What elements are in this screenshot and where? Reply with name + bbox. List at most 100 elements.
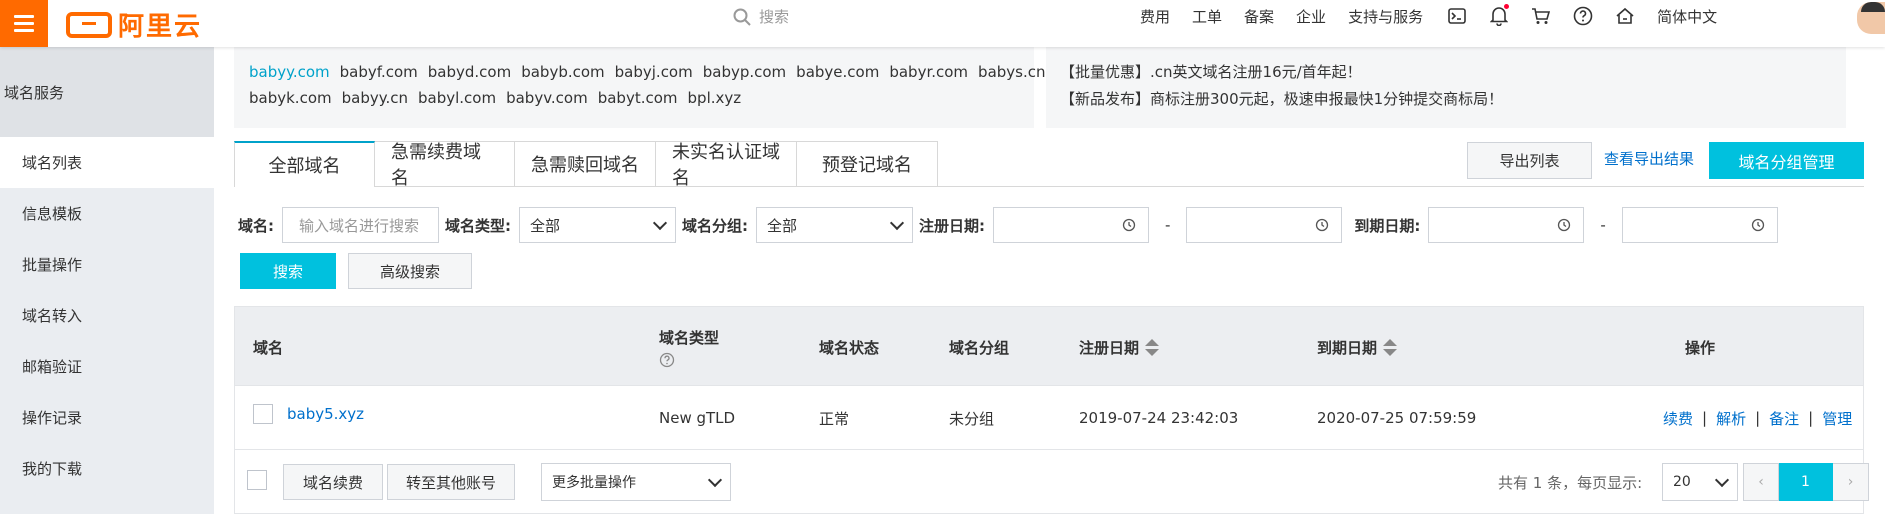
help-icon[interactable]	[1571, 4, 1595, 28]
clock-icon	[1316, 218, 1329, 232]
page-1-button[interactable]: 1	[1779, 463, 1833, 501]
prev-page-button[interactable]: ‹	[1743, 463, 1779, 501]
search-button[interactable]: 搜索	[240, 253, 336, 289]
suggestion-link[interactable]: babyr.com	[889, 63, 968, 81]
separator: |	[1808, 409, 1814, 427]
row-checkbox[interactable]	[253, 404, 273, 424]
group-select[interactable]: 全部	[756, 207, 913, 243]
domain-suggestions: babyy.com babyf.com babyd.com babyb.com baby…	[234, 47, 1046, 128]
pagination-summary: 共有 1 条，每页显示:	[1498, 474, 1643, 492]
export-list-button[interactable]: 导出列表	[1467, 142, 1592, 179]
reg-date-start-input[interactable]	[993, 207, 1149, 243]
aliyun-logo[interactable]: 阿里云	[66, 6, 202, 43]
remark-link[interactable]: 备注	[1769, 408, 1799, 429]
group-manage-button[interactable]: 域名分组管理	[1709, 142, 1864, 179]
menu-icon[interactable]	[0, 0, 48, 47]
help-icon[interactable]	[659, 352, 675, 368]
advanced-search-button[interactable]: 高级搜索	[348, 253, 472, 289]
notification-dot	[1504, 4, 1510, 9]
chevron-down-icon	[652, 215, 668, 230]
sidebar-item-batch[interactable]: 批量操作	[0, 239, 214, 290]
col-exp-date[interactable]: 到期日期	[1317, 307, 1398, 387]
suggestion-link[interactable]: babyj.com	[615, 63, 693, 81]
col-group: 域名分组	[949, 338, 1010, 357]
domain-search-input[interactable]: 输入域名进行搜索	[282, 207, 439, 243]
sort-icon[interactable]	[1145, 338, 1160, 356]
view-export-results-link[interactable]: 查看导出结果	[1604, 148, 1694, 169]
suggestions-row-2: babyk.com babyy.cn babyl.com babyv.com babyt…	[249, 85, 1019, 111]
nav-icp[interactable]: 备案	[1244, 6, 1274, 27]
nav-fees[interactable]: 费用	[1140, 6, 1170, 27]
nav-enterprise[interactable]: 企业	[1296, 6, 1326, 27]
suggestion-link[interactable]: babyb.com	[521, 63, 604, 81]
next-page-button[interactable]: ›	[1833, 463, 1869, 501]
sidebar-item-op-log[interactable]: 操作记录	[0, 392, 214, 443]
suggestion-link[interactable]: bpl.xyz	[688, 89, 742, 107]
terminal-icon[interactable]	[1445, 4, 1469, 28]
col-status: 域名状态	[819, 338, 880, 357]
sidebar-item-downloads[interactable]: 我的下载	[0, 443, 214, 494]
nav-support[interactable]: 支持与服务	[1348, 6, 1423, 27]
nav-tickets[interactable]: 工单	[1192, 6, 1222, 27]
language-switch[interactable]: 简体中文	[1657, 6, 1717, 27]
top-search[interactable]: 搜索	[733, 6, 789, 27]
promo-item[interactable]: 【新品发布】商标注册300元起，极速申报最快1分钟提交商标局！	[1060, 86, 1832, 113]
avatar[interactable]	[1857, 2, 1885, 34]
tab-unverified[interactable]: 未实名认证域名	[656, 141, 797, 189]
cart-icon[interactable]	[1529, 4, 1553, 28]
home-icon[interactable]	[1613, 4, 1637, 28]
more-batch-ops-select[interactable]: 更多批量操作	[541, 463, 731, 501]
col-reg-date[interactable]: 注册日期	[1079, 307, 1160, 387]
suggestion-link[interactable]: babyf.com	[340, 63, 418, 81]
exp-date-start-input[interactable]	[1428, 207, 1585, 243]
domain-search-placeholder: 输入域名进行搜索	[299, 216, 420, 235]
exp-date-label: 到期日期:	[1354, 216, 1421, 235]
group-select-value: 全部	[767, 216, 798, 235]
cell-exp-date: 2020-07-25 07:59:59	[1317, 409, 1477, 427]
dns-link[interactable]: 解析	[1716, 408, 1746, 429]
date-dash: -	[1165, 216, 1171, 234]
cell-group: 未分组	[949, 409, 995, 428]
sidebar-item-domain-list[interactable]: 域名列表	[0, 137, 214, 188]
suggestion-link[interactable]: babye.com	[796, 63, 879, 81]
suggestion-link[interactable]: babyt.com	[598, 89, 678, 107]
suggestion-link[interactable]: babyp.com	[703, 63, 786, 81]
sidebar-item-templates[interactable]: 信息模板	[0, 188, 214, 239]
suggestion-link[interactable]: babyk.com	[249, 89, 332, 107]
suggestion-link[interactable]: babyy.cn	[342, 89, 408, 107]
search-placeholder: 搜索	[759, 8, 790, 26]
sidebar-item-transfer-in[interactable]: 域名转入	[0, 290, 214, 341]
date-dash: -	[1600, 216, 1606, 234]
sidebar: 域名服务 域名列表 信息模板 批量操作 域名转入 邮箱验证 操作记录 我的下载	[0, 47, 214, 514]
promo-item[interactable]: 【批量优惠】.cn英文域名注册16元/首年起！	[1060, 59, 1832, 86]
cell-reg-date: 2019-07-24 23:42:03	[1079, 409, 1239, 427]
logo-text: 阿里云	[118, 12, 203, 42]
exp-date-end-input[interactable]	[1621, 207, 1778, 243]
bell-icon[interactable]	[1487, 4, 1511, 28]
tab-all-domains[interactable]: 全部域名	[234, 141, 375, 187]
reg-date-end-input[interactable]	[1186, 207, 1343, 243]
select-all-checkbox[interactable]	[247, 470, 267, 490]
transfer-account-button[interactable]: 转至其他账号	[387, 464, 515, 500]
suggestion-link[interactable]: babys.cn	[978, 63, 1045, 81]
manage-link[interactable]: 管理	[1822, 408, 1852, 429]
page-size-select[interactable]: 20	[1662, 463, 1738, 501]
renew-link[interactable]: 续费	[1663, 408, 1693, 429]
type-select[interactable]: 全部	[519, 207, 676, 243]
suggestion-link[interactable]: babyd.com	[428, 63, 511, 81]
suggestion-link[interactable]: babyy.com	[249, 63, 330, 81]
clock-icon	[1558, 218, 1571, 232]
tab-renew-urgent[interactable]: 急需续费域名	[375, 141, 515, 189]
suggestion-link[interactable]: babyl.com	[418, 89, 496, 107]
type-select-value: 全部	[530, 216, 561, 235]
aliyun-logo-icon	[66, 11, 112, 38]
tab-redeem-urgent[interactable]: 急需赎回域名	[515, 141, 656, 187]
cell-status: 正常	[819, 409, 850, 428]
sidebar-item-email-verify[interactable]: 邮箱验证	[0, 341, 214, 392]
domain-link[interactable]: baby5.xyz	[287, 382, 364, 446]
batch-renew-button[interactable]: 域名续费	[283, 464, 383, 500]
sort-icon[interactable]	[1383, 338, 1398, 356]
tab-preregistered[interactable]: 预登记域名	[797, 141, 938, 187]
suggestion-link[interactable]: babyv.com	[506, 89, 588, 107]
row-checkbox-cell	[253, 382, 273, 446]
